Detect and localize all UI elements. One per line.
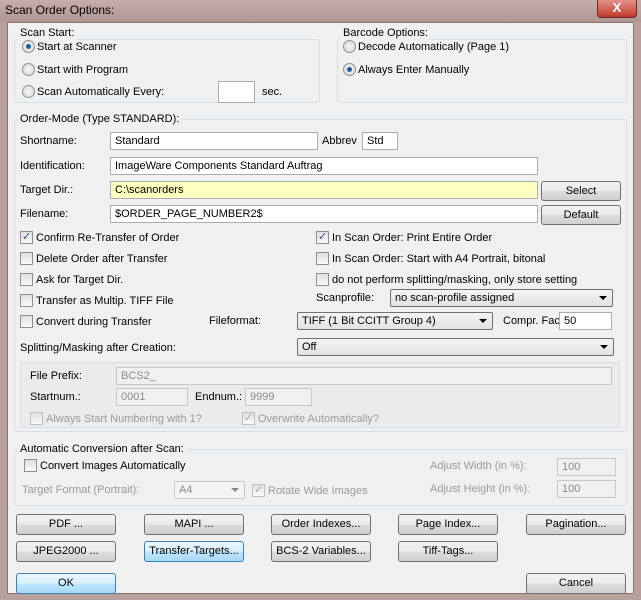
scanprofile-select[interactable]: no scan-profile assigned <box>390 289 613 307</box>
chevron-down-icon <box>231 488 239 492</box>
file-prefix-label: File Prefix: <box>30 370 82 382</box>
option-checkbox[interactable] <box>20 294 33 307</box>
auto-conversion-label: Automatic Conversion after Scan: <box>18 442 186 456</box>
scan-start-option-label: Start with Program <box>37 64 129 76</box>
always-start-checkbox[interactable] <box>30 412 43 425</box>
scan-start-radio[interactable] <box>22 63 35 76</box>
barcode-option-label: Decode Automatically (Page 1) <box>358 41 510 53</box>
file-prefix-input[interactable]: BCS2_ <box>116 367 612 385</box>
fileformat-value: TIFF (1 Bit CCITT Group 4) <box>302 315 436 327</box>
option-button[interactable]: Pagination... <box>526 514 626 535</box>
target-dir-input[interactable]: C:\scanorders <box>110 181 538 199</box>
endnum-label: Endnum.: <box>195 391 243 403</box>
option-button[interactable]: JPEG2000 ... <box>16 541 116 562</box>
scan-start-option-label: Scan Automatically Every: <box>37 86 165 98</box>
always-start-label: Always Start Numbering with 1? <box>46 413 202 425</box>
option-checkbox-label: Transfer as Multip. TIFF File <box>36 295 174 307</box>
scan-order-checkbox[interactable] <box>316 252 329 265</box>
scan-order-checkbox[interactable]: ✓ <box>316 231 329 244</box>
identification-label: Identification: <box>20 160 85 172</box>
window-title: Scan Order Options: <box>5 3 115 17</box>
barcode-option-label: Always Enter Manually <box>358 64 470 76</box>
option-checkbox[interactable] <box>20 252 33 265</box>
overwrite-label: Overwrite Automatically? <box>258 413 380 425</box>
order-mode-label: Order-Mode (Type STANDARD): <box>18 112 182 126</box>
barcode-label: Barcode Options: <box>341 26 430 40</box>
filename-input[interactable]: $ORDER_PAGE_NUMBER2$ <box>110 205 538 223</box>
splitting-value: Off <box>302 341 317 353</box>
adjust-width-label: Adjust Width (in %): <box>430 460 527 472</box>
option-checkbox[interactable]: ✓ <box>20 231 33 244</box>
scan-start-option-label: Start at Scanner <box>37 41 117 53</box>
rotate-checkbox[interactable]: ✓ <box>252 484 265 497</box>
scan-order-checkbox[interactable] <box>316 273 329 286</box>
startnum-input[interactable]: 0001 <box>116 388 188 406</box>
splitting-label: Splitting/Masking after Creation: <box>20 342 176 354</box>
option-checkbox[interactable] <box>20 273 33 286</box>
fileformat-label: Fileformat: <box>209 315 261 327</box>
target-dir-label: Target Dir.: <box>20 184 74 196</box>
shortname-input[interactable]: Standard <box>110 132 318 150</box>
option-checkbox-label: Convert during Transfer <box>36 316 152 328</box>
option-checkbox[interactable] <box>20 315 33 328</box>
compr-input[interactable]: 50 <box>559 312 612 330</box>
barcode-radio[interactable] <box>343 40 356 53</box>
default-button[interactable]: Default <box>541 205 621 225</box>
scan-order-checkbox-label: In Scan Order: Start with A4 Portrait, b… <box>332 253 546 265</box>
option-checkbox-label: Confirm Re-Transfer of Order <box>36 232 180 244</box>
convert-images-label: Convert Images Automatically <box>40 460 186 472</box>
cancel-button[interactable]: Cancel <box>526 573 626 594</box>
barcode-radio[interactable] <box>343 63 356 76</box>
shortname-label: Shortname: <box>20 135 77 147</box>
chevron-down-icon <box>600 345 608 349</box>
chevron-down-icon <box>479 319 487 323</box>
interval-input[interactable] <box>218 81 255 103</box>
startnum-label: Startnum.: <box>30 391 81 403</box>
close-button[interactable]: X <box>597 0 637 18</box>
option-checkbox-label: Delete Order after Transfer <box>36 253 168 265</box>
option-button[interactable]: Page Index... <box>398 514 498 535</box>
adjust-width-input[interactable]: 100 <box>557 458 616 476</box>
abbrev-input[interactable]: Std <box>362 132 398 150</box>
target-format-value: A4 <box>179 484 193 496</box>
option-button[interactable]: BCS-2 Variables... <box>271 541 371 562</box>
scan-order-checkbox-label: do not perform splitting/masking, only s… <box>332 274 578 286</box>
adjust-height-input[interactable]: 100 <box>557 480 616 498</box>
endnum-input[interactable]: 9999 <box>245 388 312 406</box>
ok-button[interactable]: OK <box>16 573 116 594</box>
select-button[interactable]: Select <box>541 181 621 201</box>
scan-start-radio[interactable] <box>22 85 35 98</box>
scan-order-checkbox-label: In Scan Order: Print Entire Order <box>332 232 493 244</box>
identification-input[interactable]: ImageWare Components Standard Auftrag <box>110 157 538 175</box>
scan-start-radio[interactable] <box>22 40 35 53</box>
scanprofile-label: Scanprofile: <box>316 292 375 304</box>
option-button[interactable]: MAPI ... <box>144 514 244 535</box>
option-button[interactable]: Tiff-Tags... <box>398 541 498 562</box>
rotate-label: Rotate Wide Images <box>268 485 368 497</box>
convert-images-checkbox[interactable] <box>24 459 37 472</box>
overwrite-checkbox[interactable]: ✓ <box>242 412 255 425</box>
option-button[interactable]: Transfer-Targets... <box>144 541 244 562</box>
option-checkbox-label: Ask for Target Dir. <box>36 274 124 286</box>
chevron-down-icon <box>599 296 607 300</box>
scanprofile-value: no scan-profile assigned <box>395 292 515 304</box>
splitting-select[interactable]: Off <box>297 338 614 356</box>
adjust-height-label: Adjust Height (in %): <box>430 483 531 495</box>
option-button[interactable]: PDF ... <box>16 514 116 535</box>
abbrev-label: Abbrev <box>322 135 357 147</box>
target-format-select[interactable]: A4 <box>174 481 245 499</box>
filename-label: Filename: <box>20 208 69 220</box>
target-format-label: Target Format (Portrait): <box>22 484 140 496</box>
option-button[interactable]: Order Indexes... <box>271 514 371 535</box>
fileformat-select[interactable]: TIFF (1 Bit CCITT Group 4) <box>297 312 493 330</box>
scan-start-label: Scan Start: <box>18 26 77 40</box>
interval-unit: sec. <box>262 86 283 98</box>
